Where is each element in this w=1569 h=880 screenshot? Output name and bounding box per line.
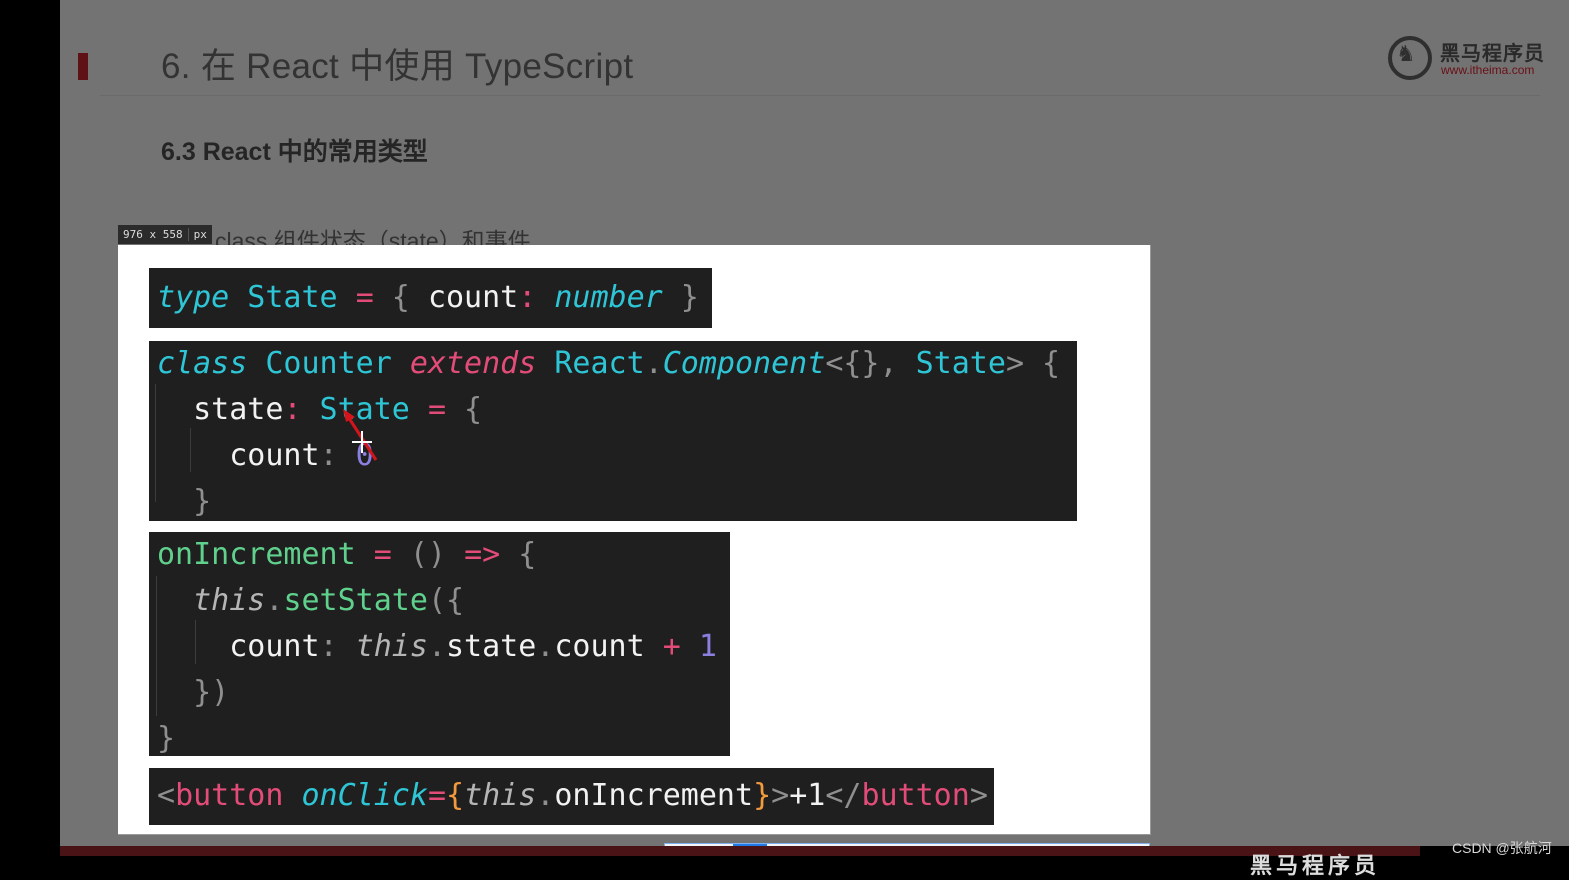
indent-guide bbox=[195, 620, 196, 664]
code-token: button bbox=[861, 778, 970, 813]
code-block-class-declaration: class Counter extends React.Component<{}… bbox=[149, 341, 1077, 521]
code-token: . bbox=[644, 346, 663, 381]
code-token: number bbox=[536, 280, 663, 315]
code-token: = bbox=[355, 537, 410, 572]
horse-glyph-icon: ♞ bbox=[1396, 42, 1416, 67]
code-token: </ bbox=[825, 778, 862, 813]
code-token: { bbox=[373, 280, 428, 315]
code-block-increment-handler: onIncrement = () => { this.setState({ co… bbox=[149, 532, 730, 756]
code-token: }) bbox=[157, 675, 230, 710]
code-token: => bbox=[464, 537, 501, 572]
csdn-watermark: CSDN @张航河 bbox=[1452, 840, 1552, 856]
indent-guide bbox=[156, 576, 157, 716]
code-token: this bbox=[355, 629, 428, 664]
code-token: this bbox=[157, 583, 266, 618]
code-line: onIncrement = () => { bbox=[157, 532, 722, 578]
code-line: class Counter extends React.Component<{}… bbox=[157, 341, 1069, 387]
indent-guide bbox=[190, 428, 191, 472]
code-token: + bbox=[662, 629, 681, 664]
code-token: > { bbox=[1005, 346, 1061, 381]
selection-dimensions: 976 x 558 bbox=[123, 228, 183, 241]
code-token: } bbox=[157, 721, 176, 756]
code-token: . bbox=[427, 629, 446, 664]
code-token: } bbox=[157, 484, 212, 519]
code-token: onClick bbox=[283, 778, 428, 813]
code-token: : bbox=[283, 392, 302, 427]
code-token: this bbox=[464, 778, 537, 813]
code-token: . bbox=[265, 583, 284, 618]
code-token: : bbox=[319, 629, 356, 664]
title-divider bbox=[100, 95, 1540, 96]
code-token: = bbox=[355, 280, 374, 315]
selection-unit: px bbox=[187, 228, 212, 241]
code-token: > bbox=[969, 778, 988, 813]
code-token: Counter bbox=[247, 346, 410, 381]
code-line: } bbox=[157, 479, 1069, 525]
code-token: state bbox=[157, 392, 284, 427]
code-token: setState bbox=[283, 583, 428, 618]
bottom-accent-strip bbox=[60, 846, 1420, 856]
code-line: this.setState({ bbox=[157, 578, 722, 624]
code-block-jsx-button: <button onClick={this.onIncrement}>+1</b… bbox=[149, 768, 994, 825]
code-token: extends bbox=[409, 346, 537, 381]
footer-brand: 黑马程序员 bbox=[1250, 854, 1381, 879]
code-token: class bbox=[157, 346, 248, 381]
code-token: = bbox=[427, 778, 446, 813]
code-line: count: this.state.count + 1 bbox=[157, 624, 722, 670]
code-token: count bbox=[427, 280, 519, 315]
code-token: { bbox=[446, 392, 483, 427]
annotation-arrow[interactable] bbox=[340, 405, 385, 465]
selection-size-label: 976 x 558 px bbox=[118, 225, 212, 244]
logo-url: www.itheima.com bbox=[1441, 63, 1535, 77]
code-token: : bbox=[319, 438, 338, 473]
code-line: } bbox=[157, 716, 722, 762]
code-token: . bbox=[536, 778, 555, 813]
code-token: state bbox=[446, 629, 537, 664]
code-token: count bbox=[157, 438, 320, 473]
arrow-head-icon bbox=[343, 409, 355, 422]
code-token: onIncrement bbox=[554, 778, 754, 813]
code-line: <button onClick={this.onIncrement}>+1</b… bbox=[157, 773, 988, 819]
code-line: type State = { count: number } bbox=[157, 275, 704, 321]
code-token: <{}, bbox=[825, 346, 916, 381]
slide-title: 6. 在 React 中使用 TypeScript bbox=[161, 47, 634, 86]
code-token: +1 bbox=[789, 778, 826, 813]
code-token: count bbox=[554, 629, 663, 664]
brand-logo: ♞ 黑马程序员 www.itheima.com bbox=[1388, 34, 1548, 82]
code-token: count bbox=[157, 629, 320, 664]
code-token: () bbox=[409, 537, 465, 572]
code-token: ({ bbox=[427, 583, 465, 618]
code-token: > bbox=[771, 778, 790, 813]
code-token: } bbox=[753, 778, 772, 813]
code-line: }) bbox=[157, 670, 722, 716]
code-token: } bbox=[662, 280, 699, 315]
code-token: . bbox=[536, 629, 555, 664]
slide-subtitle: 6.3 React 中的常用类型 bbox=[161, 138, 428, 166]
code-token: { bbox=[446, 778, 465, 813]
code-block-type-declaration: type State = { count: number } bbox=[149, 268, 712, 328]
code-token: onIncrement bbox=[157, 537, 356, 572]
code-token: button bbox=[175, 778, 284, 813]
code-token: { bbox=[500, 537, 537, 572]
code-token: Component bbox=[662, 346, 826, 381]
indent-guide bbox=[155, 384, 156, 502]
code-token: = bbox=[427, 392, 446, 427]
code-token: : bbox=[518, 280, 537, 315]
code-token: State bbox=[915, 346, 1006, 381]
code-line: count: 0 bbox=[157, 433, 1069, 479]
code-token: React bbox=[536, 346, 645, 381]
title-accent-bar bbox=[78, 53, 88, 80]
logo-name: 黑马程序员 bbox=[1440, 41, 1545, 65]
code-token: type bbox=[157, 280, 230, 315]
code-token: < bbox=[157, 778, 176, 813]
code-token: 1 bbox=[680, 629, 717, 664]
code-token: State bbox=[229, 280, 356, 315]
code-line: state: State = { bbox=[157, 387, 1069, 433]
